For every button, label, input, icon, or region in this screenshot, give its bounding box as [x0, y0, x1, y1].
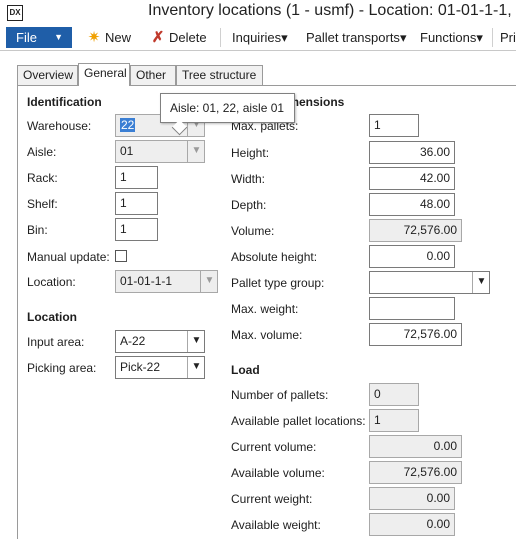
location-header: Location — [27, 310, 77, 324]
volume-label: Volume: — [231, 224, 275, 238]
current-weight-field: 0.00 — [369, 487, 455, 510]
print-menu[interactable]: Pri — [500, 29, 516, 46]
height-label: Height: — [231, 146, 270, 160]
manual-update-checkbox[interactable] — [115, 250, 127, 262]
new-button[interactable]: ✷ New — [86, 29, 131, 46]
available-volume-label: Available volume: — [231, 466, 325, 480]
bin-label: Bin: — [27, 223, 48, 237]
max-weight-field[interactable] — [369, 297, 455, 320]
picking-area-field[interactable]: Pick-22 ▼ — [115, 356, 205, 379]
picking-area-value: Pick-22 — [120, 360, 161, 374]
max-weight-label: Max. weight: — [231, 302, 299, 316]
location-field[interactable]: 01-01-1-1 ▼ — [115, 270, 218, 293]
chevron-down-icon: ▾ — [476, 30, 483, 45]
action-pane: File ▼ ✷ New ✗ Delete Inquiries▾ Pallet tr… — [0, 26, 516, 51]
max-volume-label: Max. volume: — [231, 328, 303, 342]
picking-area-label: Picking area: — [27, 361, 97, 375]
shelf-label: Shelf: — [27, 197, 58, 211]
warehouse-value: 22 — [120, 118, 136, 132]
inquiries-menu[interactable]: Inquiries▾ — [232, 29, 288, 46]
window-title: Inventory locations (1 - usmf) - Locatio… — [148, 2, 516, 19]
height-field[interactable]: 36.00 — [369, 141, 455, 164]
tab-tree-structure[interactable]: Tree structure — [176, 65, 263, 85]
chevron-down-icon: ▾ — [399, 30, 407, 45]
ribbon-divider — [220, 28, 221, 47]
inquiries-label: Inquiries — [232, 30, 282, 45]
input-area-label: Input area: — [27, 335, 85, 349]
available-weight-field: 0.00 — [369, 513, 455, 536]
depth-label: Depth: — [231, 198, 267, 212]
file-button[interactable]: File ▼ — [6, 27, 72, 48]
pallet-transports-label: Pallet transports — [306, 30, 400, 45]
file-label: File — [16, 30, 37, 45]
aisle-value: 01 — [120, 144, 134, 158]
tab-other[interactable]: Other — [130, 65, 176, 85]
max-pallets-field[interactable]: 1 — [369, 114, 419, 137]
new-sun-icon: ✷ — [87, 29, 101, 46]
current-weight-label: Current weight: — [231, 492, 313, 506]
width-label: Width: — [231, 172, 266, 186]
manual-update-label: Manual update: — [27, 250, 110, 264]
width-field[interactable]: 42.00 — [369, 167, 455, 190]
tab-overview[interactable]: Overview — [17, 65, 78, 85]
chevron-down-icon[interactable]: ▼ — [200, 271, 217, 292]
available-pallet-locations-label: Available pallet locations: — [231, 414, 366, 428]
current-volume-label: Current volume: — [231, 440, 317, 454]
depth-field[interactable]: 48.00 — [369, 193, 455, 216]
print-label: Pri — [500, 30, 516, 45]
aisle-tooltip: Aisle: 01, 22, aisle 01 — [160, 93, 295, 123]
new-label: New — [105, 30, 132, 45]
pallet-transports-menu[interactable]: Pallet transports▾ — [306, 29, 406, 46]
chevron-down-icon: ▾ — [281, 30, 288, 45]
rack-field[interactable]: 1 — [115, 166, 158, 189]
available-volume-field: 72,576.00 — [369, 461, 462, 484]
number-of-pallets-label: Number of pallets: — [231, 388, 329, 402]
functions-menu[interactable]: Functions▾ — [420, 29, 483, 46]
ribbon-divider — [492, 28, 493, 47]
chevron-down-icon[interactable]: ▼ — [187, 357, 204, 378]
available-weight-label: Available weight: — [231, 518, 321, 532]
input-area-field[interactable]: A-22 ▼ — [115, 330, 205, 353]
absolute-height-label: Absolute height: — [231, 250, 318, 264]
chevron-down-icon[interactable]: ▼ — [187, 141, 204, 162]
delete-label: Delete — [169, 30, 207, 45]
chevron-down-icon[interactable]: ▼ — [472, 272, 489, 293]
chevron-down-icon[interactable]: ▼ — [187, 331, 204, 352]
bin-field[interactable]: 1 — [115, 218, 158, 241]
chevron-down-icon: ▼ — [54, 32, 63, 42]
number-of-pallets-field: 0 — [369, 383, 419, 406]
functions-label: Functions — [420, 30, 477, 45]
available-pallet-locations-field: 1 — [369, 409, 419, 432]
input-area-value: A-22 — [120, 334, 146, 348]
title-bar: DX Inventory locations (1 - usmf) - Loca… — [0, 0, 516, 26]
location-value: 01-01-1-1 — [120, 274, 173, 288]
location-label: Location: — [27, 275, 76, 289]
current-volume-field: 0.00 — [369, 435, 462, 458]
shelf-field[interactable]: 1 — [115, 192, 158, 215]
absolute-height-field[interactable]: 0.00 — [369, 245, 455, 268]
warehouse-label: Warehouse: — [27, 119, 92, 133]
load-header: Load — [231, 363, 260, 377]
rack-label: Rack: — [27, 171, 58, 185]
identification-header: Identification — [27, 95, 102, 109]
volume-field: 72,576.00 — [369, 219, 462, 242]
pallet-type-group-label: Pallet type group: — [231, 276, 325, 290]
delete-button[interactable]: ✗ Delete — [150, 29, 207, 46]
aisle-field[interactable]: 01 ▼ — [115, 140, 205, 163]
pallet-type-group-field[interactable]: ▼ — [369, 271, 490, 294]
app-icon[interactable]: DX — [7, 5, 23, 21]
tab-general[interactable]: General — [78, 63, 130, 86]
delete-x-icon: ✗ — [151, 29, 165, 46]
max-volume-field[interactable]: 72,576.00 — [369, 323, 462, 346]
aisle-label: Aisle: — [27, 145, 57, 159]
